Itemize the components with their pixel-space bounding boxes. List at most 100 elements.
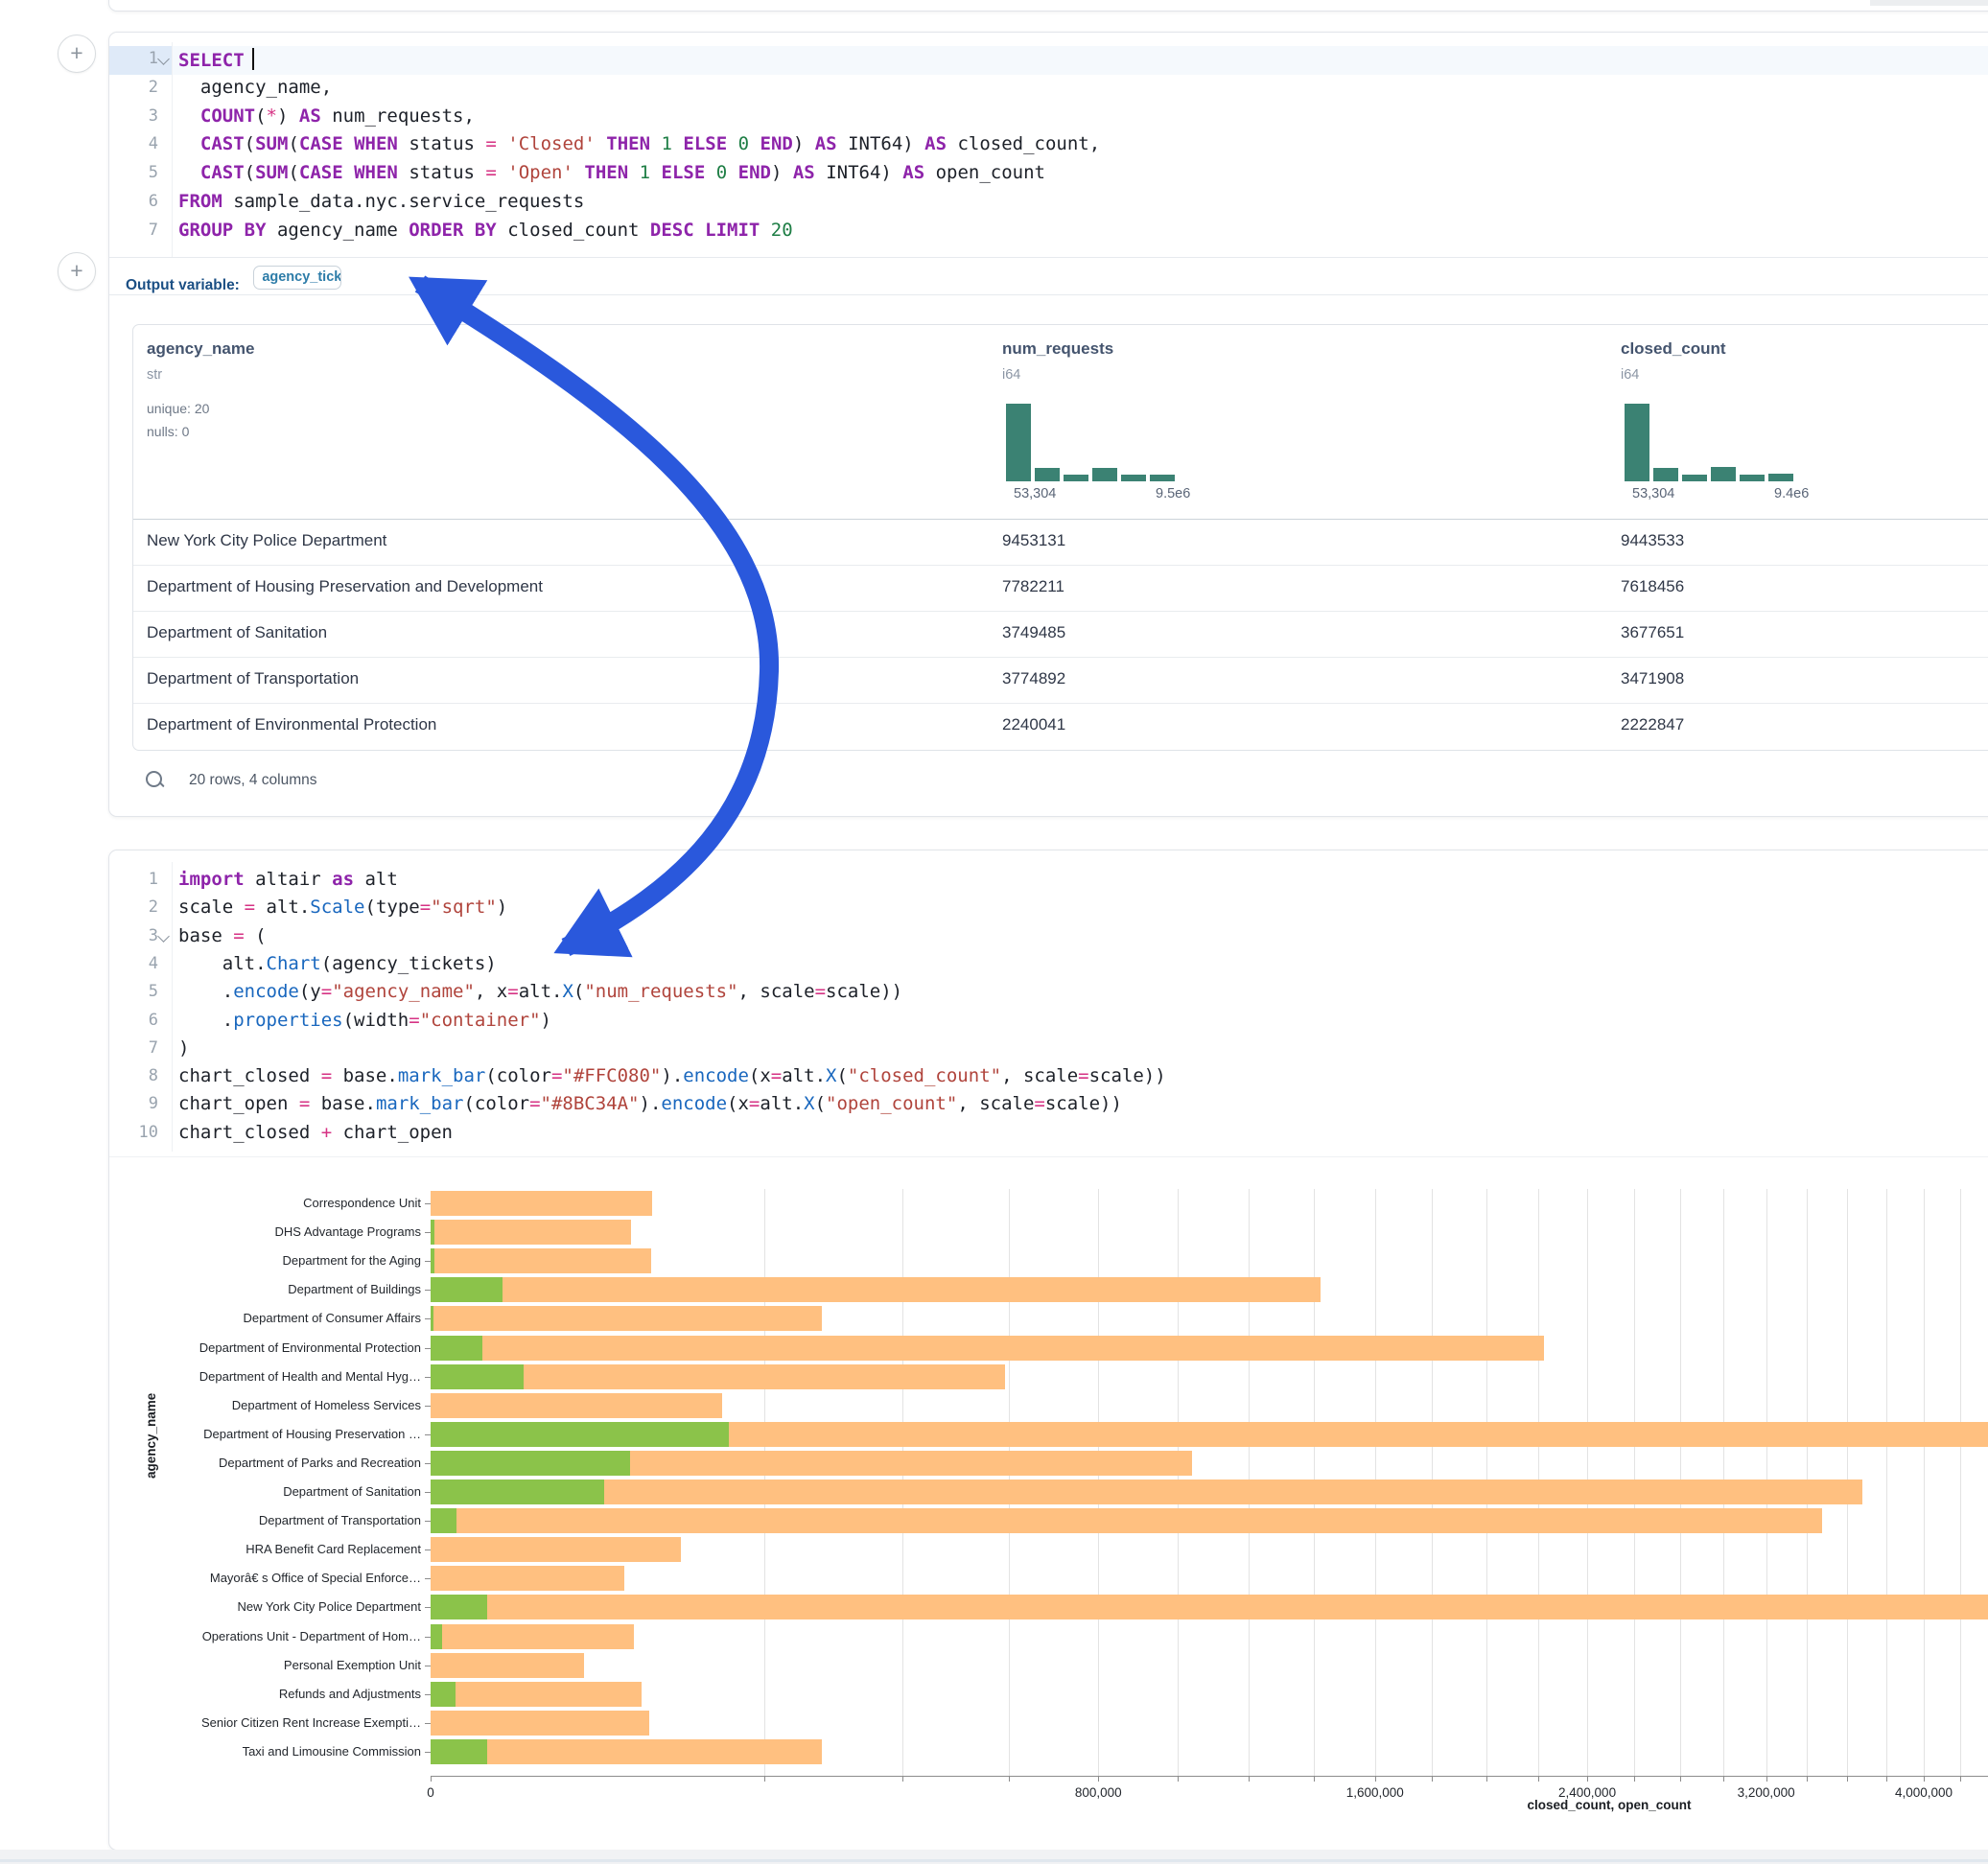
code-line[interactable]: 2 agency_name, xyxy=(109,75,1988,104)
y-axis-label: Department for the Aging xyxy=(109,1253,421,1268)
output-variable-pill[interactable]: agency_tickets xyxy=(253,266,341,290)
table-cell: Department of Environmental Protection xyxy=(147,715,436,734)
result-table: agency_namestrunique: 20nulls: 0num_requ… xyxy=(132,324,1988,751)
y-axis-label: Taxi and Limousine Commission xyxy=(109,1744,421,1759)
row-separator xyxy=(133,703,1988,704)
y-axis-label: Department of Housing Preservation … xyxy=(109,1427,421,1441)
open-count-bar xyxy=(431,1277,503,1302)
gutter-divider xyxy=(172,42,173,257)
closed-count-bar xyxy=(431,1624,634,1649)
column-header-agency_name[interactable]: agency_name xyxy=(147,339,254,359)
x-tick-label: 2,400,000 xyxy=(1558,1785,1616,1800)
column-type: i64 xyxy=(1002,367,1020,383)
open-count-bar xyxy=(431,1682,456,1707)
row-separator xyxy=(133,611,1988,612)
table-row[interactable]: Department of Sanitation 3749485 3677651 xyxy=(133,611,1988,657)
column-header-num_requests[interactable]: num_requests xyxy=(1002,339,1113,359)
line-number: 5 xyxy=(109,163,172,182)
line-number: 3 xyxy=(109,106,172,126)
line-number: 7 xyxy=(109,221,172,240)
line-number: 6 xyxy=(109,192,172,211)
code-line[interactable]: 4 CAST(SUM(CASE WHEN status = 'Closed' T… xyxy=(109,131,1988,160)
open-count-bar xyxy=(431,1364,524,1389)
row-separator xyxy=(133,657,1988,658)
code-line[interactable]: 1SELECT xyxy=(109,46,1988,75)
table-cell: 3774892 xyxy=(1002,669,1065,688)
y-axis-label: Department of Health and Mental Hyg… xyxy=(109,1369,421,1384)
closed-count-bar xyxy=(431,1277,1321,1302)
code-text: CAST(SUM(CASE WHEN status = 'Closed' THE… xyxy=(178,133,1100,154)
table-row[interactable]: Department of Transportation377489234719… xyxy=(133,657,1988,703)
y-axis-label: Department of Parks and Recreation xyxy=(109,1456,421,1470)
sql-cell: 1SELECT2 agency_name,3 COUNT(*) AS num_r… xyxy=(108,32,1988,817)
y-axis-label: New York City Police Department xyxy=(109,1599,421,1614)
open-count-bar xyxy=(431,1248,434,1273)
text-cursor xyxy=(252,48,254,70)
y-axis-label: Department of Consumer Affairs xyxy=(109,1311,421,1325)
table-row[interactable]: New York City Police Department945313194… xyxy=(133,519,1988,565)
closed-count-bar xyxy=(431,1508,1822,1533)
output-variable-label: Output variable: xyxy=(126,277,240,293)
sql-code-editor[interactable]: 1SELECT2 agency_name,3 COUNT(*) AS num_r… xyxy=(109,46,1988,257)
open-count-bar xyxy=(431,1306,433,1331)
python-cell: 1import altair as alt2scale = alt.Scale(… xyxy=(108,850,1988,1851)
table-cell: 2240041 xyxy=(1002,715,1065,734)
closed-count-bar xyxy=(431,1682,642,1707)
table-cell: New York City Police Department xyxy=(147,531,386,550)
table-row[interactable]: Department of Environmental Protection 22… xyxy=(133,703,1988,749)
gridline xyxy=(1886,1189,1887,1776)
histogram-max-label: 9.5e6 xyxy=(1156,486,1190,501)
x-tick-label: 1,600,000 xyxy=(1346,1785,1404,1800)
y-axis-label: Correspondence Unit xyxy=(109,1196,421,1210)
closed-count-bar xyxy=(431,1595,1988,1619)
add-cell-button-middle[interactable]: + xyxy=(58,252,96,291)
code-text: agency_name, xyxy=(178,77,332,98)
closed-count-bar xyxy=(431,1191,652,1216)
column-type: i64 xyxy=(1621,367,1639,383)
table-cell: Department of Sanitation xyxy=(147,623,327,642)
closed-count-bar xyxy=(431,1336,1544,1361)
code-line[interactable]: 6 FROM sample_data.nyc.service_requests xyxy=(109,189,1988,218)
column-histogram xyxy=(1006,404,1179,481)
line-number: 4 xyxy=(109,134,172,153)
y-axis-label: DHS Advantage Programs xyxy=(109,1224,421,1239)
histogram-min-label: 53,304 xyxy=(1014,486,1056,501)
code-text: CAST(SUM(CASE WHEN status = 'Open' THEN … xyxy=(178,162,1045,183)
open-count-bar xyxy=(431,1422,729,1447)
y-axis-label: Personal Exemption Unit xyxy=(109,1658,421,1672)
closed-count-bar xyxy=(431,1711,649,1736)
column-histogram xyxy=(1625,404,1797,481)
column-header-closed_count[interactable]: closed_count xyxy=(1621,339,1726,359)
table-cell: 3749485 xyxy=(1002,623,1065,642)
table-summary: 20 rows, 4 columns xyxy=(189,772,317,789)
column-meta: nulls: 0 xyxy=(147,424,189,439)
search-icon[interactable] xyxy=(146,771,162,787)
table-cell: 2222847 xyxy=(1621,715,1684,734)
closed-count-bar xyxy=(431,1537,681,1562)
x-tick-label: 0 xyxy=(427,1785,434,1800)
x-axis-line xyxy=(431,1776,1988,1777)
y-axis-label: Mayorâ€ s Office of Special Enforce… xyxy=(109,1571,421,1585)
table-cell: Department of Housing Preservation and D… xyxy=(147,577,543,596)
table-cell: 7618456 xyxy=(1621,577,1684,596)
y-axis-label: Senior Citizen Rent Increase Exempti… xyxy=(109,1715,421,1730)
column-type: str xyxy=(147,367,162,383)
bar-chart: agency_name closed_count, open_count 080… xyxy=(109,850,1988,1850)
table-row[interactable]: Department of Housing Preservation and D… xyxy=(133,565,1988,611)
code-line[interactable]: 3 COUNT(*) AS num_requests, xyxy=(109,104,1988,132)
x-axis-title: closed_count, open_count xyxy=(1527,1798,1691,1812)
closed-count-bar xyxy=(431,1393,722,1418)
code-text: FROM sample_data.nyc.service_requests xyxy=(178,191,584,212)
code-line[interactable]: 5 CAST(SUM(CASE WHEN status = 'Open' THE… xyxy=(109,160,1988,189)
closed-count-bar xyxy=(431,1739,822,1764)
table-cell: 9453131 xyxy=(1002,531,1065,550)
add-cell-button-top[interactable]: + xyxy=(58,35,96,73)
table-cell: 3471908 xyxy=(1621,669,1684,688)
closed-count-bar xyxy=(431,1653,584,1678)
table-cell: 3677651 xyxy=(1621,623,1684,642)
histogram-min-label: 53,304 xyxy=(1632,486,1674,501)
line-number: 2 xyxy=(109,78,172,97)
code-line[interactable]: 7GROUP BY agency_name ORDER BY closed_co… xyxy=(109,218,1988,246)
open-count-bar xyxy=(431,1508,456,1533)
x-tick-label: 800,000 xyxy=(1075,1785,1122,1800)
